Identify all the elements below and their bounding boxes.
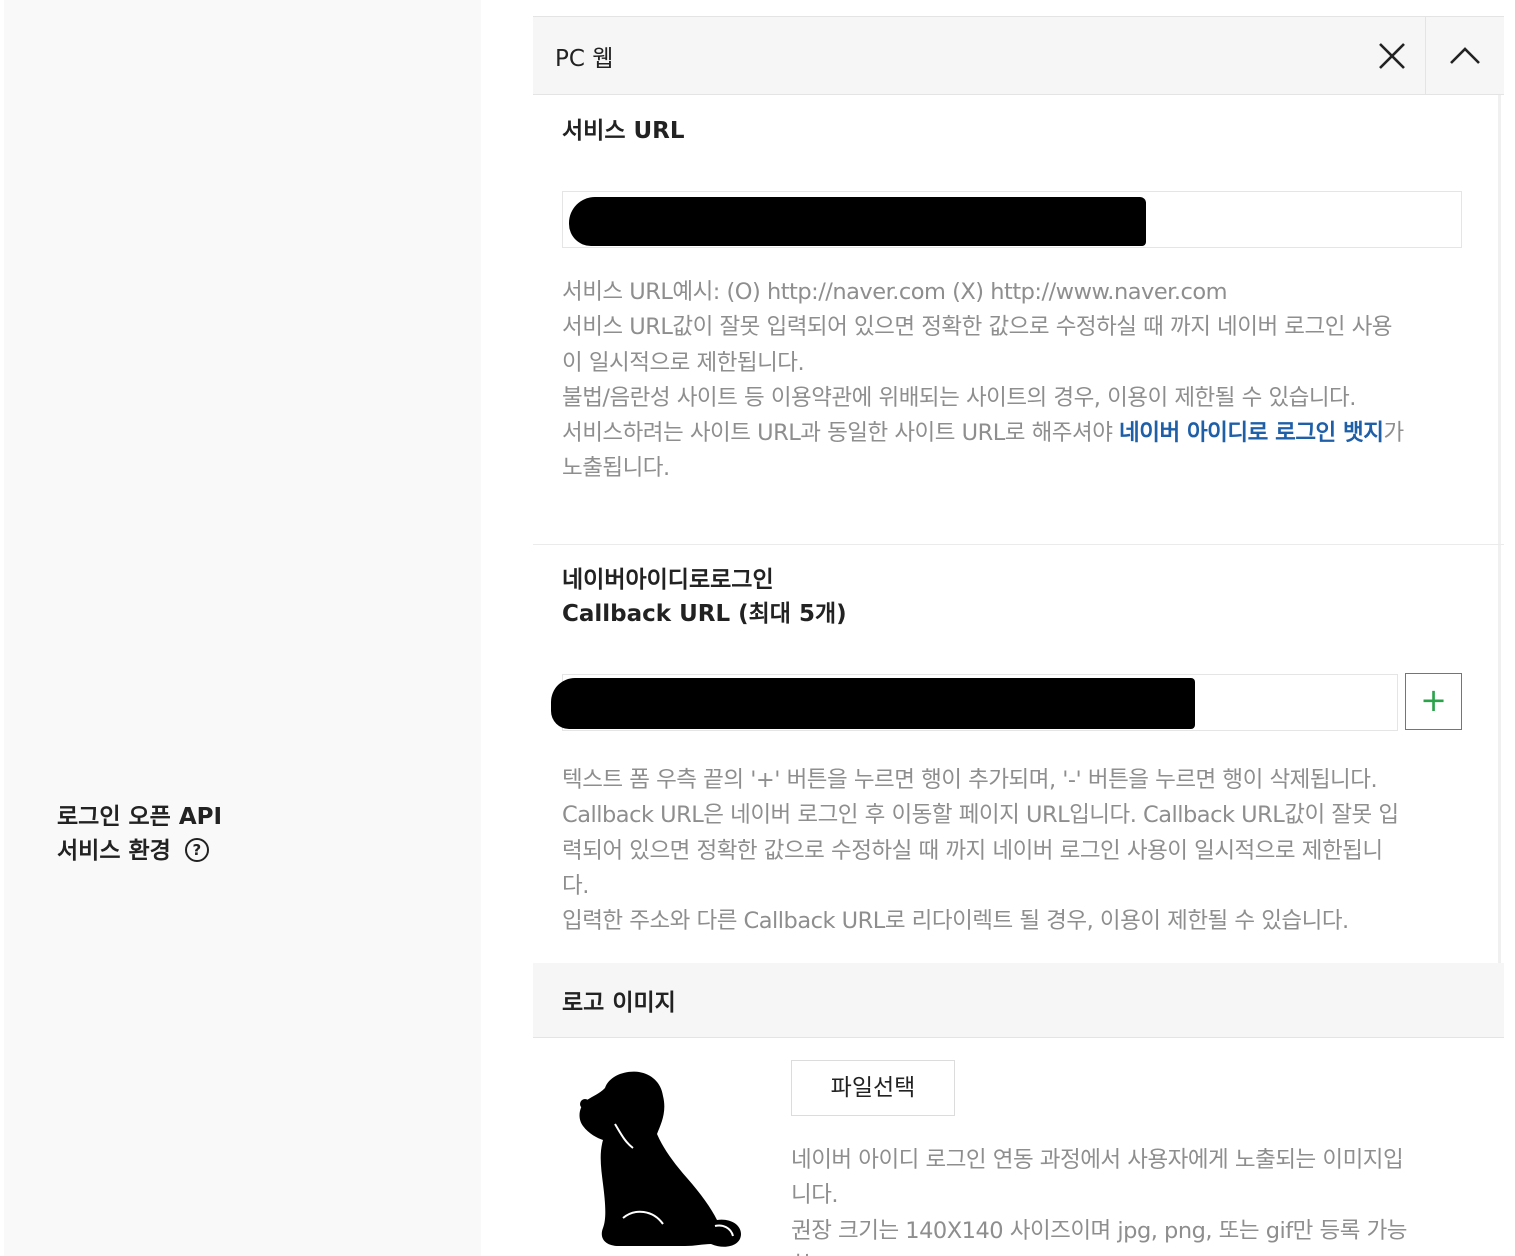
help-line: 이 일시적으로 제한됩니다. [562,349,805,376]
callback-title-line2: Callback URL (최대 5개) [562,601,847,627]
help-line: 니다. [791,1182,839,1209]
callback-url-title: 네이버아이디로로그인 Callback URL (최대 5개) [562,563,847,631]
callback-title-line1: 네이버아이디로로그인 [562,567,774,593]
redaction-mark [551,678,1195,729]
logo-image-title: 로고 이미지 [562,990,676,1016]
badge-prefix: 서비스하려는 사이트 URL과 동일한 사이트 URL로 해주셔야 [562,420,1120,447]
badge-suffix: 가 [1383,420,1404,447]
callback-help: 텍스트 폼 우측 끝의 '+' 버튼을 누르면 행이 추가되며, '-' 버튼을… [562,763,1399,939]
logo-image-header: 로고 이미지 [533,963,1504,1038]
help-line: 불법/음란성 사이트 등 이용약관에 위배되는 사이트의 경우, 이용이 제한될… [562,384,1356,411]
service-url-input[interactable] [562,191,1462,248]
panel-title: PC 웹 [555,46,614,72]
divider [533,544,1504,545]
help-line: 다. [562,872,589,899]
left-label-column [4,0,481,1256]
logo-help: 네이버 아이디 로그인 연동 과정에서 사용자에게 노출되는 이미지입 니다. … [791,1143,1407,1256]
help-line: Callback URL은 네이버 로그인 후 이동할 페이지 URL입니다. … [562,802,1399,829]
help-line: 합 [791,1249,1407,1256]
help-icon[interactable]: ? [184,838,209,862]
chevron-up-icon [1450,47,1480,64]
help-line: 서비스 URL값이 잘못 입력되어 있으면 정확한 값으로 수정하실 때 까지 … [562,314,1392,341]
close-icon [1379,43,1405,69]
redaction-mark [569,197,1146,246]
panel-header: PC 웹 [533,16,1504,95]
help-line: 텍스트 폼 우측 끝의 '+' 버튼을 누르면 행이 추가되며, '-' 버튼을… [562,767,1378,793]
help-line: 서비스 URL예시: (O) http://naver.com (X) http… [562,279,1228,305]
section-label-line2: 서비스 환경 [57,838,171,864]
callback-url-input[interactable] [551,674,1398,731]
naver-badge-link[interactable]: 네이버 아이디로 로그인 뱃지 [1119,420,1384,446]
dog-silhouette-icon [579,1071,741,1247]
collapse-button[interactable] [1425,17,1504,95]
file-select-button[interactable]: 파일선택 [791,1060,955,1116]
help-line: 네이버 아이디 로그인 연동 과정에서 사용자에게 노출되는 이미지입 [791,1147,1404,1173]
help-line: 권장 크기는 140X140 사이즈이며 jpg, png, 또는 gif만 등… [791,1217,1407,1244]
service-url-help: 서비스 URL예시: (O) http://naver.com (X) http… [562,275,1404,487]
close-button[interactable] [1359,17,1425,95]
add-callback-button[interactable]: + [1405,673,1462,730]
help-line: 노출됩니다. [562,455,670,482]
section-label: 로그인 오픈 API 서비스 환경? [57,800,222,868]
help-line: 입력한 주소와 다른 Callback URL로 리다이렉트 될 경우, 이용이… [562,908,1349,935]
service-url-title: 서비스 URL [562,118,685,144]
section-label-line1: 로그인 오픈 API [57,804,223,830]
panel-body: 서비스 URL 서비스 URL예시: (O) http://naver.com … [533,95,1504,963]
help-line: 력되어 있으면 정확한 값으로 수정하실 때 까지 네이버 로그인 사용이 일시… [562,837,1383,864]
